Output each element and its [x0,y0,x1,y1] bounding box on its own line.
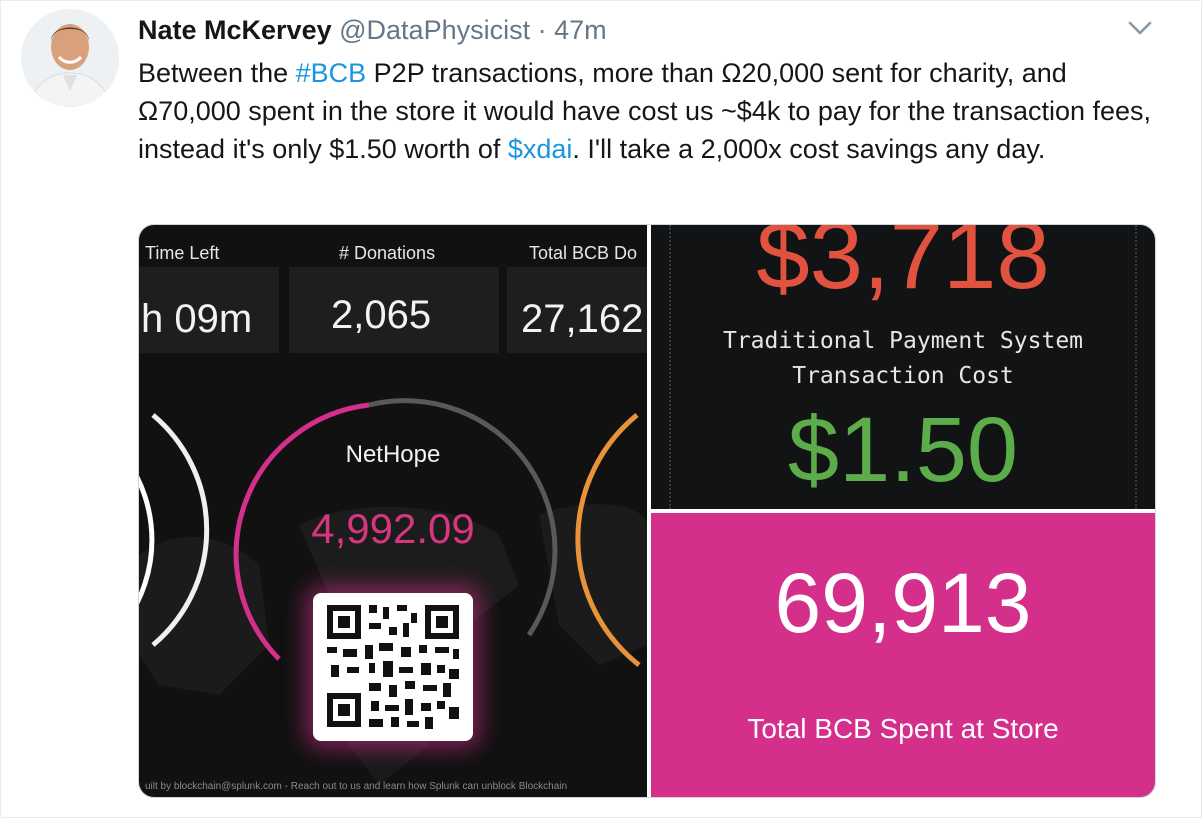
footer-credit: uilt by blockchain@splunk.com - Reach ou… [145,781,568,792]
stat-value-total-bcb: 27,162. [521,297,647,341]
org-name: NetHope [345,441,441,468]
stat-value-donations: 2,065 [331,293,432,337]
media-image-transaction-cost[interactable]: $3,718 Traditional Payment System Transa… [651,225,1155,509]
caption-line-2: Transaction Cost [792,363,1014,389]
author-name[interactable]: Nate McKervey [138,15,332,45]
tweet-card[interactable]: Nate McKervey @DataPhysicist · 47m Betwe… [0,0,1202,818]
tweet-text-part: . I'll take a 2,000x cost savings any da… [572,134,1046,164]
qr-code[interactable] [313,593,473,741]
tweet-text-part: Between the [138,58,296,88]
stat-label-donations: # Donations [339,243,436,263]
avatar[interactable] [21,9,119,107]
traditional-cost-value: $3,718 [756,225,1050,309]
stat-value-time-left: h 09m [141,297,253,341]
qr-code-graphic [313,593,473,741]
hashtag-link[interactable]: #BCB [296,58,367,88]
separator: · [537,15,547,45]
author-handle[interactable]: @DataPhysicist [339,15,530,45]
chevron-down-icon[interactable] [1125,15,1155,41]
stat-label-total-bcb: Total BCB Do [529,243,638,263]
tweet-timestamp[interactable]: 47m [554,15,607,45]
media-image-store-total[interactable]: 69,913 Total BCB Spent at Store [651,513,1155,797]
tweet-text: Between the #BCB P2P transactions, more … [138,54,1158,168]
caption-line-1: Traditional Payment System [722,328,1084,354]
media-grid: Time Left # Donations Total BCB Do h 09m… [138,224,1156,798]
cashtag-link[interactable]: $xdai [508,134,573,164]
tweet-header: Nate McKervey @DataPhysicist · 47m [138,13,607,47]
xdai-cost-value: $1.50 [787,399,1019,501]
stat-label-time-left: Time Left [145,243,220,263]
store-total-label: Total BCB Spent at Store [747,713,1059,744]
org-amount: 4,992.09 [311,505,475,552]
store-total-value: 69,913 [774,556,1032,650]
media-image-dashboard[interactable]: Time Left # Donations Total BCB Do h 09m… [139,225,647,797]
avatar-photo [21,9,119,107]
